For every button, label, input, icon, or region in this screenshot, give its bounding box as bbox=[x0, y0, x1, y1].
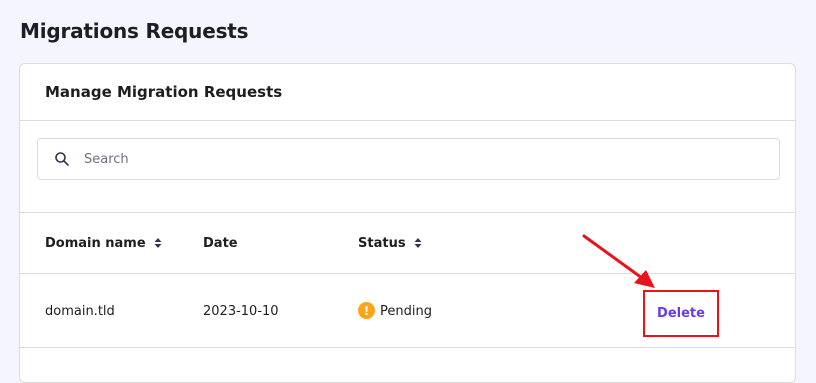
sort-icon bbox=[154, 238, 162, 248]
delete-button[interactable]: Delete bbox=[643, 290, 719, 337]
cell-status: ! Pending bbox=[358, 275, 432, 348]
column-header-label: Domain name bbox=[45, 235, 146, 251]
search-icon bbox=[55, 152, 69, 166]
warning-icon: ! bbox=[358, 302, 375, 319]
cell-date: 2023-10-10 bbox=[203, 304, 279, 319]
cell-domain: domain.tld bbox=[45, 304, 115, 319]
page-title: Migrations Requests bbox=[20, 19, 249, 43]
column-header-label: Date bbox=[203, 235, 238, 251]
table-header-row: Domain name Date Status bbox=[20, 212, 795, 274]
migration-requests-card: Manage Migration Requests Domain name Da… bbox=[19, 63, 796, 383]
search-input[interactable] bbox=[84, 139, 779, 179]
column-header-date: Date bbox=[203, 212, 238, 274]
card-header: Manage Migration Requests bbox=[20, 64, 795, 121]
column-header-status[interactable]: Status bbox=[358, 212, 423, 274]
status-label: Pending bbox=[380, 304, 432, 319]
column-header-domain-name[interactable]: Domain name bbox=[45, 212, 163, 274]
card-title: Manage Migration Requests bbox=[45, 83, 283, 101]
sort-icon bbox=[414, 238, 422, 248]
table-row: domain.tld 2023-10-10 ! Pending Delete bbox=[20, 275, 795, 348]
search-box[interactable] bbox=[37, 138, 780, 180]
column-header-label: Status bbox=[358, 235, 406, 251]
arrow-icon bbox=[582, 234, 655, 288]
